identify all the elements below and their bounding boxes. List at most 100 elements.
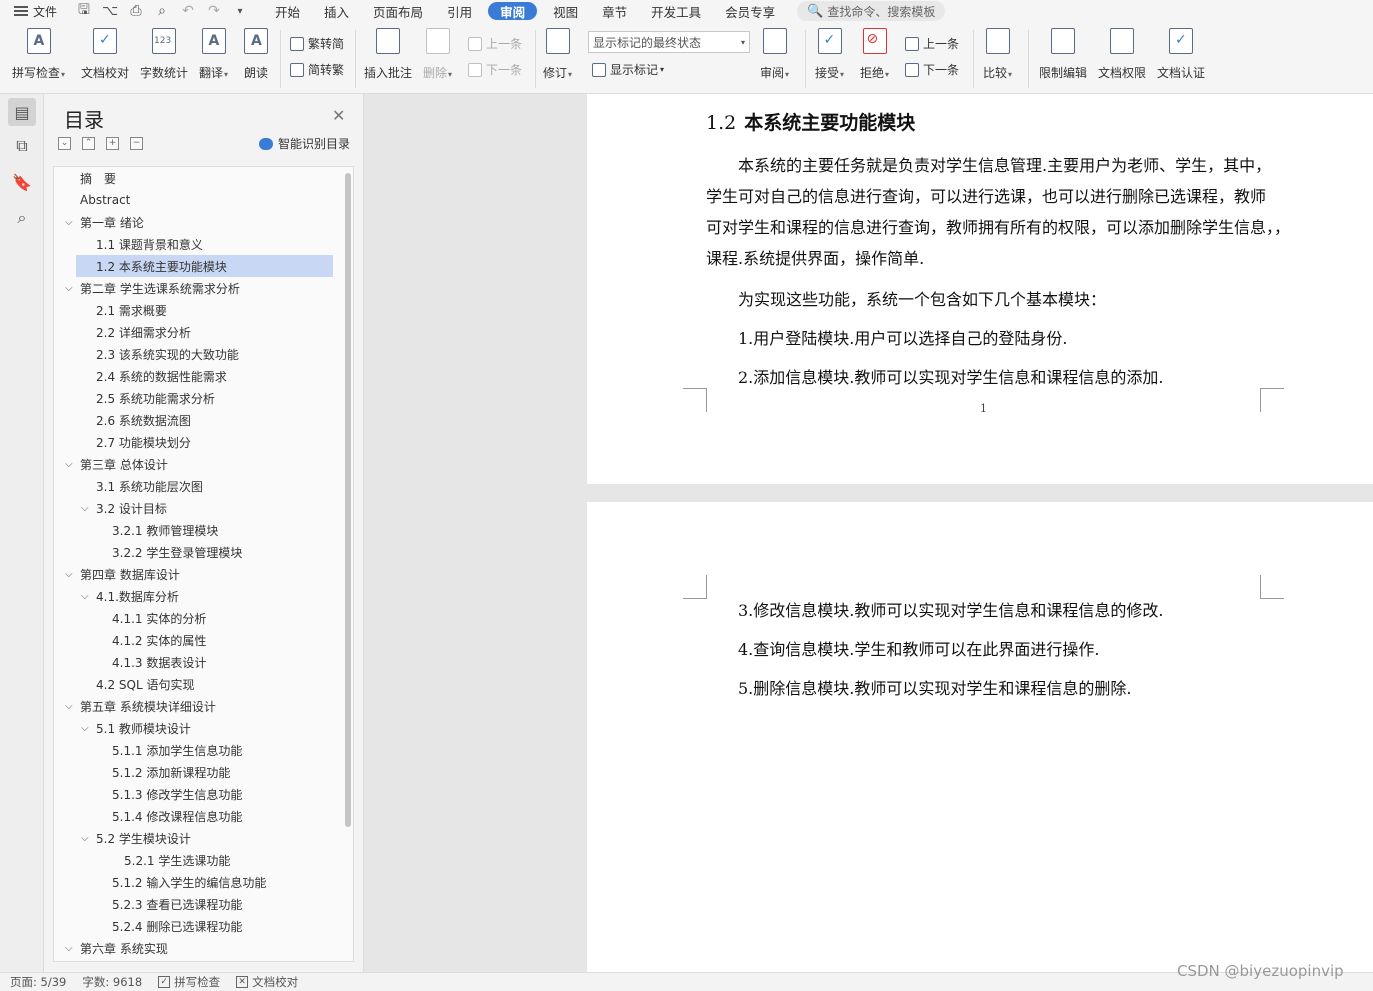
toc-item[interactable]: 2.5 系统功能需求分析 <box>54 387 344 409</box>
toc-item[interactable]: 3.2.2 学生登录管理模块 <box>54 541 344 563</box>
toc-item[interactable]: 4.1.3 数据表设计 <box>54 651 344 673</box>
toc-item[interactable]: ⌵ 第二章 学生选课系统需求分析 <box>54 277 344 299</box>
toc-item[interactable]: ⌵ 第四章 数据库设计 <box>54 563 344 585</box>
remove-heading-icon[interactable]: − <box>130 137 143 150</box>
toc-item[interactable]: 2.3 该系统实现的大致功能 <box>54 343 344 365</box>
compare-button[interactable]: 比较▾ <box>983 28 1012 81</box>
toc-item-selected[interactable]: 1.2 本系统主要功能模块 <box>76 255 333 277</box>
tab-page-layout[interactable]: 页面布局 <box>361 0 435 22</box>
next-change-button[interactable]: 下一条 <box>905 61 959 78</box>
toc-item[interactable]: 5.1.1 添加学生信息功能 <box>54 739 344 761</box>
toc-item[interactable]: 2.2 详细需求分析 <box>54 321 344 343</box>
word-count-button[interactable]: 字数统计 <box>140 28 188 81</box>
toc-item[interactable]: 5.1.4 修改课程信息功能 <box>54 805 344 827</box>
toc-item[interactable]: 5.1.2 添加新课程功能 <box>54 761 344 783</box>
translate-button[interactable]: 翻译▾ <box>199 28 228 81</box>
print-preview-icon[interactable]: ⌕ <box>153 3 171 19</box>
toc-item[interactable]: 3.2.1 教师管理模块 <box>54 519 344 541</box>
doc-certify-button[interactable]: 文档认证 <box>1157 28 1205 81</box>
file-menu[interactable]: 文件 <box>0 0 63 22</box>
toc-item[interactable]: 5.2.3 查看已选课程功能 <box>54 893 344 915</box>
word-count-indicator[interactable]: 字数: 9618 <box>82 974 142 990</box>
toc-item[interactable]: ⌵ 5.1 教师模块设计 <box>54 717 344 739</box>
simp-to-trad-button[interactable]: 简转繁 <box>290 61 344 78</box>
doc-permission-button[interactable]: 文档权限 <box>1098 28 1146 81</box>
tab-member[interactable]: 会员专享 <box>713 0 787 22</box>
chapter-nav-icon[interactable]: ⧉ <box>8 132 36 160</box>
reject-button[interactable]: 拒绝▾ <box>860 28 889 81</box>
proofread-toggle[interactable]: ✕ 文档校对 <box>236 974 298 990</box>
toc-item[interactable]: 5.2.1 学生选课功能 <box>54 849 344 871</box>
toc-item[interactable]: ⌵ 4.1.数据库分析 <box>54 585 344 607</box>
expand-all-icon[interactable]: ⌄ <box>58 137 71 150</box>
toc-item[interactable]: 4.1.1 实体的分析 <box>54 607 344 629</box>
toc-scrollbar[interactable] <box>345 173 351 827</box>
chevron-down-icon[interactable]: ⌵ <box>81 591 89 602</box>
toc-item[interactable]: 2.1 需求概要 <box>54 299 344 321</box>
customize-toolbar-icon[interactable]: ▾ <box>231 6 249 17</box>
toc-item[interactable]: 4.2 SQL 语句实现 <box>54 673 344 695</box>
read-aloud-button[interactable]: 朗读 <box>244 28 268 81</box>
toc-item[interactable]: 2.4 系统的数据性能需求 <box>54 365 344 387</box>
chevron-down-icon[interactable]: ⌵ <box>65 701 73 712</box>
toc-item[interactable]: 4.1.2 实体的属性 <box>54 629 344 651</box>
prev-change-button[interactable]: 上一条 <box>905 35 959 52</box>
chevron-down-icon[interactable]: ⌵ <box>65 283 73 294</box>
tab-review[interactable]: 审阅 <box>488 2 538 20</box>
insert-comment-button[interactable]: 插入批注 <box>364 28 412 81</box>
toc-item[interactable]: 5.1.2 输入学生的编信息功能 <box>54 871 344 893</box>
chevron-down-icon[interactable]: ⌵ <box>65 217 73 228</box>
toc-item[interactable]: ⌵ 5.2 学生模块设计 <box>54 827 344 849</box>
tab-section[interactable]: 章节 <box>590 0 639 22</box>
prev-comment-button[interactable]: 上一条 <box>468 35 522 52</box>
close-icon[interactable]: ✕ <box>332 106 345 125</box>
show-markup-button[interactable]: 显示标记 ▾ <box>592 61 664 78</box>
markup-status-dropdown[interactable]: 显示标记的最终状态 ▾ <box>588 31 750 53</box>
track-changes-button[interactable]: 修订▾ <box>543 28 572 81</box>
toc-item[interactable]: ⌵ 3.2 设计目标 <box>54 497 344 519</box>
chevron-down-icon[interactable]: ⌵ <box>81 503 89 514</box>
trad-to-simp-button[interactable]: 繁转简 <box>290 35 344 52</box>
tab-view[interactable]: 视图 <box>541 0 590 22</box>
chevron-down-icon[interactable]: ⌵ <box>65 459 73 470</box>
document-page[interactable]: 1.2 本系统主要功能模块 本系统的主要任务就是负责对学生信息管理.主要用户为老师… <box>587 94 1373 484</box>
document-page[interactable]: 3.修改信息模块.教师可以实现对学生信息和课程信息的修改. 4.查询信息模块.学生… <box>587 502 1373 972</box>
smart-toc-button[interactable]: 智能识别目录 <box>259 135 350 152</box>
collapse-all-icon[interactable]: ⌃ <box>82 137 95 150</box>
toc-item[interactable]: 2.6 系统数据流图 <box>54 409 344 431</box>
redo-icon[interactable]: ↷ <box>205 3 223 19</box>
tab-home[interactable]: 开始 <box>263 0 312 22</box>
toc-item[interactable]: 摘 要 <box>54 167 344 189</box>
chevron-down-icon[interactable]: ⌵ <box>81 723 89 734</box>
review-pane-button[interactable]: 审阅▾ <box>760 28 789 81</box>
chevron-down-icon[interactable]: ⌵ <box>65 943 73 954</box>
toc-item[interactable]: ⌵ 第三章 总体设计 <box>54 453 344 475</box>
find-icon[interactable]: ⌕ <box>8 204 36 232</box>
page-indicator[interactable]: 页面: 5/39 <box>10 974 66 990</box>
toc-item[interactable]: ⌵ 第五章 系统模块详细设计 <box>54 695 344 717</box>
toc-item[interactable]: ⌵ 第一章 绪论 <box>54 211 344 233</box>
tab-developer[interactable]: 开发工具 <box>639 0 713 22</box>
print-icon[interactable]: ⎙ <box>127 3 145 19</box>
tab-insert[interactable]: 插入 <box>312 0 361 22</box>
toc-item[interactable]: 5.2.4 删除已选课程功能 <box>54 915 344 937</box>
spell-check-button[interactable]: 拼写检查▾ <box>12 28 65 81</box>
command-search[interactable]: 🔍 查找命令、搜索模板 <box>797 1 946 21</box>
tab-references[interactable]: 引用 <box>435 0 484 22</box>
toc-item[interactable]: 5.1.3 修改学生信息功能 <box>54 783 344 805</box>
spell-check-toggle[interactable]: ✓ 拼写检查 <box>158 974 220 990</box>
add-heading-icon[interactable]: + <box>106 137 119 150</box>
delete-comment-button[interactable]: 删除▾ <box>423 28 452 81</box>
chevron-down-icon[interactable]: ⌵ <box>81 833 89 844</box>
toc-item[interactable]: 3.1 系统功能层次图 <box>54 475 344 497</box>
toc-item[interactable]: 2.7 功能模块划分 <box>54 431 344 453</box>
toc-panel-icon[interactable]: ▤ <box>8 98 36 126</box>
restrict-edit-button[interactable]: 限制编辑 <box>1039 28 1087 81</box>
accept-button[interactable]: 接受▾ <box>815 28 844 81</box>
chevron-down-icon[interactable]: ⌵ <box>65 569 73 580</box>
save-icon[interactable]: 🖫 <box>75 0 93 23</box>
next-comment-button[interactable]: 下一条 <box>468 61 522 78</box>
undo-icon[interactable]: ↶ <box>179 3 197 19</box>
format-painter-icon[interactable]: ⌥ <box>101 3 119 19</box>
doc-proofread-button[interactable]: 文档校对 <box>81 28 129 81</box>
